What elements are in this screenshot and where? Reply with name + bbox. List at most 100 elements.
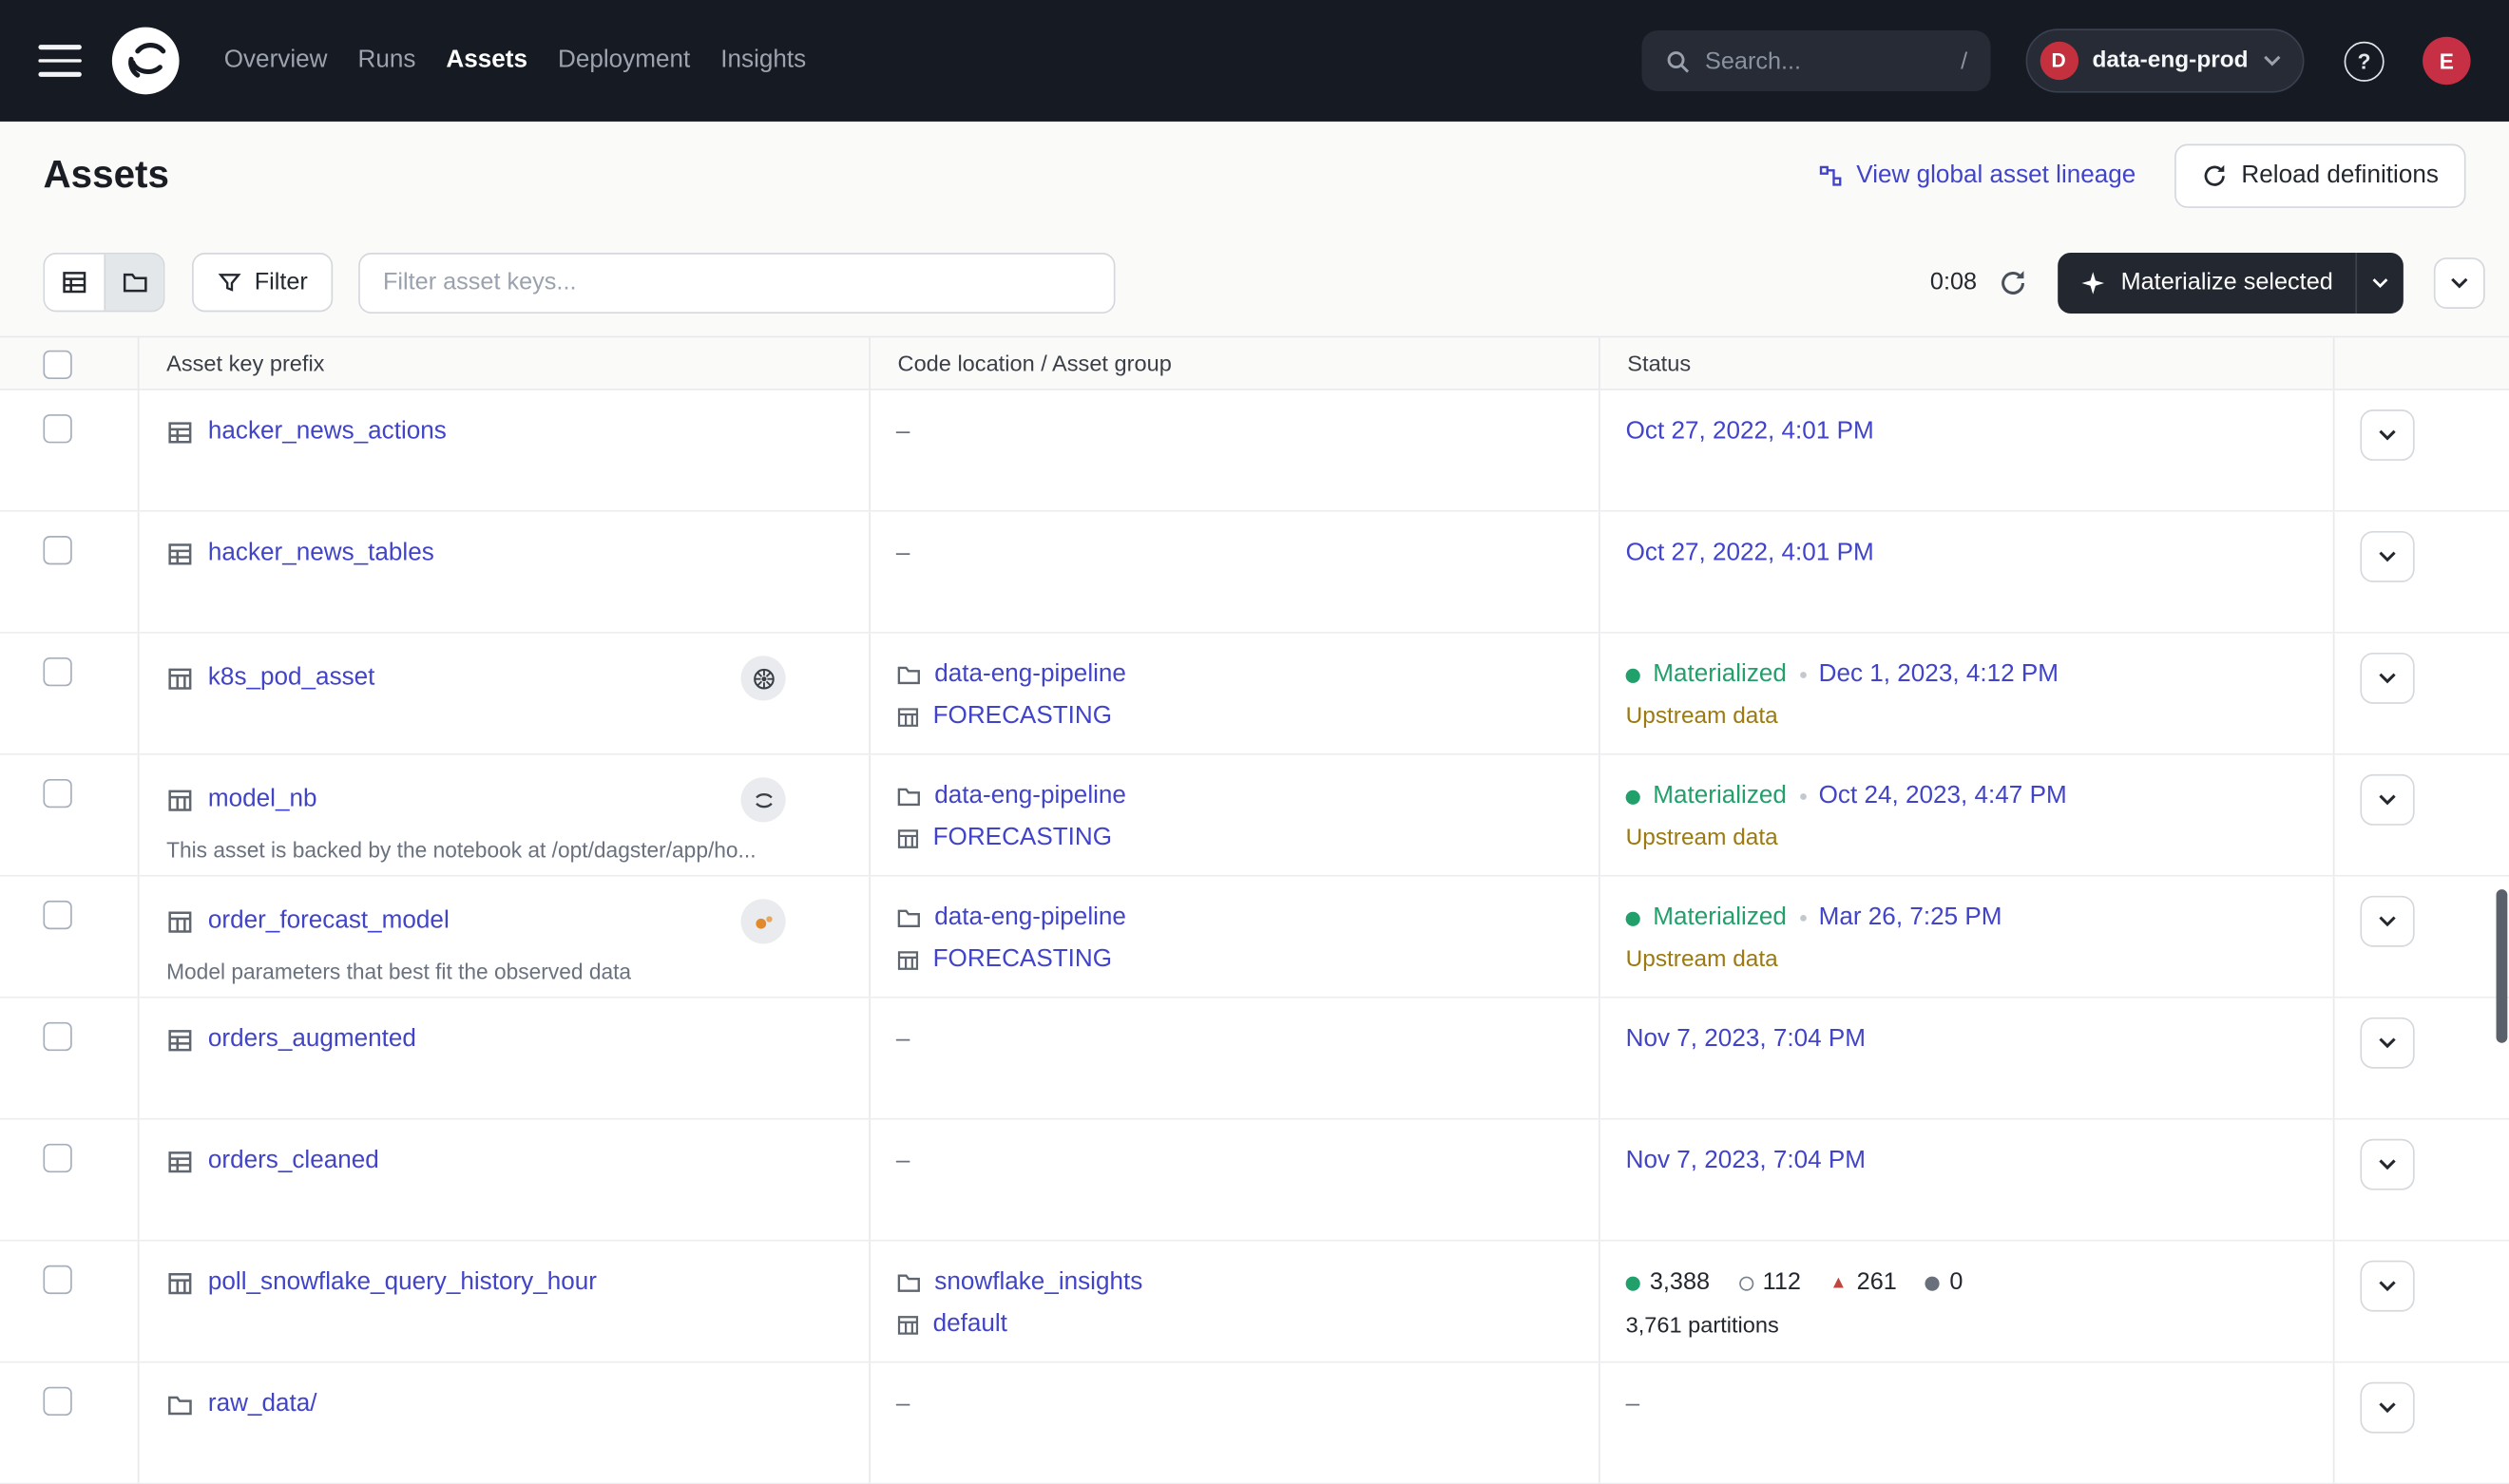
materialized-count[interactable]: 3,388 [1626,1264,1710,1302]
refresh-button[interactable] [2000,268,2028,296]
status-timestamp[interactable]: Dec 1, 2023, 4:12 PM [1819,656,2059,694]
materialized-dot [1626,1276,1640,1290]
materialize-selected-button[interactable]: Materialize selected [2059,252,2355,313]
table-icon [166,787,194,814]
asset-group-link[interactable]: default [933,1305,1007,1343]
materialized-link[interactable]: Materialized [1653,899,1787,937]
asset-link[interactable]: hacker_news_tables [208,534,434,572]
page-title: Assets [43,153,169,198]
lineage-icon [1818,162,1844,188]
list-view-icon [61,269,88,296]
row-expand-button[interactable] [2360,653,2414,704]
code-location-link[interactable]: snowflake_insights [934,1264,1142,1302]
row-expand-button[interactable] [2360,896,2414,947]
asset-group-link[interactable]: FORECASTING [933,819,1112,857]
asset-group-link[interactable]: FORECASTING [933,941,1112,979]
folder-icon [896,784,922,809]
other-dot [1925,1276,1940,1290]
code-location-link[interactable]: data-eng-pipeline [934,899,1126,937]
status-timestamp[interactable]: Oct 24, 2023, 4:47 PM [1819,777,2067,815]
menu-icon[interactable] [38,45,81,77]
status-timestamp[interactable]: Nov 7, 2023, 7:04 PM [1626,1020,1866,1058]
upstream-data-tag[interactable]: Upstream data [1626,819,2308,857]
row-expand-button[interactable] [2360,409,2414,461]
row-expand-button[interactable] [2360,1382,2414,1434]
top-nav: Overview Runs Assets Deployment Insights… [0,0,2509,122]
nav-item-insights[interactable]: Insights [720,47,806,75]
row-expand-button[interactable] [2360,1139,2414,1190]
nav-item-deployment[interactable]: Deployment [558,47,690,75]
materialized-link[interactable]: Materialized [1653,777,1787,815]
row-checkbox[interactable] [43,1022,71,1051]
row-checkbox[interactable] [43,1387,71,1416]
asset-link[interactable]: hacker_news_actions [208,412,447,450]
nav-item-overview[interactable]: Overview [224,47,328,75]
deployment-name: data-eng-prod [2092,48,2248,74]
asset-link[interactable]: order_forecast_model [208,903,450,941]
asset-link[interactable]: orders_augmented [208,1020,416,1058]
nav-item-assets[interactable]: Assets [446,47,527,75]
flat-view-button[interactable] [45,255,104,311]
failed-count[interactable]: ▲ 261 [1829,1264,1897,1302]
asset-group-link[interactable]: FORECASTING [933,697,1112,735]
table-row: orders_cleaned – Nov 7, 2023, 7:04 PM [0,1120,2509,1242]
code-location-link[interactable]: data-eng-pipeline [934,656,1126,694]
view-global-asset-lineage-link[interactable]: View global asset lineage [1818,161,2136,189]
filter-button[interactable]: Filter [192,253,334,312]
status-timestamp[interactable]: Mar 26, 7:25 PM [1819,899,2002,937]
help-button[interactable]: ? [2345,41,2385,81]
row-checkbox[interactable] [43,414,71,443]
folder-view-button[interactable] [104,255,163,311]
folder-icon [896,905,922,931]
folder-view-icon [121,269,148,296]
row-expand-button[interactable] [2360,774,2414,826]
collapse-toolbar-button[interactable] [2434,257,2485,308]
asset-link[interactable]: orders_cleaned [208,1142,379,1180]
asset-link[interactable]: k8s_pod_asset [208,659,375,697]
status-dash: – [1600,1362,2333,1423]
missing-count[interactable]: 112 [1738,1264,1801,1302]
scrollbar-thumb[interactable] [2497,889,2508,1043]
row-checkbox[interactable] [43,536,71,564]
materialize-options-button[interactable] [2357,252,2404,313]
asset-multi-icon [166,1026,194,1054]
asset-group-icon [896,827,920,850]
table-icon [166,665,194,693]
global-search-input[interactable]: Search... / [1641,30,1990,91]
table-row: order_forecast_model Model parameters th… [0,877,2509,999]
row-checkbox[interactable] [43,1144,71,1172]
refresh-countdown: 0:08 [1930,269,1977,296]
location-dash: – [871,512,1599,573]
row-expand-button[interactable] [2360,1261,2414,1312]
location-dash: – [871,390,1599,451]
location-dash: – [871,999,1599,1059]
row-checkbox[interactable] [43,901,71,929]
asset-link[interactable]: poll_snowflake_query_history_hour [208,1264,597,1302]
asset-multi-icon [166,1148,194,1175]
upstream-data-tag[interactable]: Upstream data [1626,697,2308,735]
user-avatar[interactable]: E [2423,37,2471,86]
row-checkbox[interactable] [43,1265,71,1294]
asset-link[interactable]: model_nb [208,781,317,819]
dagster-logo[interactable] [110,26,181,96]
search-icon [1663,48,1691,75]
row-expand-button[interactable] [2360,1018,2414,1069]
upstream-data-tag[interactable]: Upstream data [1626,941,2308,979]
status-timestamp[interactable]: Oct 27, 2022, 4:01 PM [1626,412,1874,450]
deployment-switcher[interactable]: D data-eng-prod [2025,29,2305,92]
row-expand-button[interactable] [2360,531,2414,582]
status-timestamp[interactable]: Nov 7, 2023, 7:04 PM [1626,1142,1866,1180]
asset-filter-input[interactable] [359,252,1116,313]
row-checkbox[interactable] [43,779,71,808]
location-dash: – [871,1362,1599,1423]
materialized-link[interactable]: Materialized [1653,656,1787,694]
other-count[interactable]: 0 [1925,1264,1963,1302]
code-location-link[interactable]: data-eng-pipeline [934,777,1126,815]
reload-definitions-button[interactable]: Reload definitions [2174,143,2466,207]
row-checkbox[interactable] [43,657,71,686]
select-all-checkbox[interactable] [43,351,71,379]
nav-item-runs[interactable]: Runs [357,47,415,75]
status-timestamp[interactable]: Oct 27, 2022, 4:01 PM [1626,534,1874,572]
plot-icon [741,899,786,943]
asset-folder-link[interactable]: raw_data/ [208,1385,317,1423]
